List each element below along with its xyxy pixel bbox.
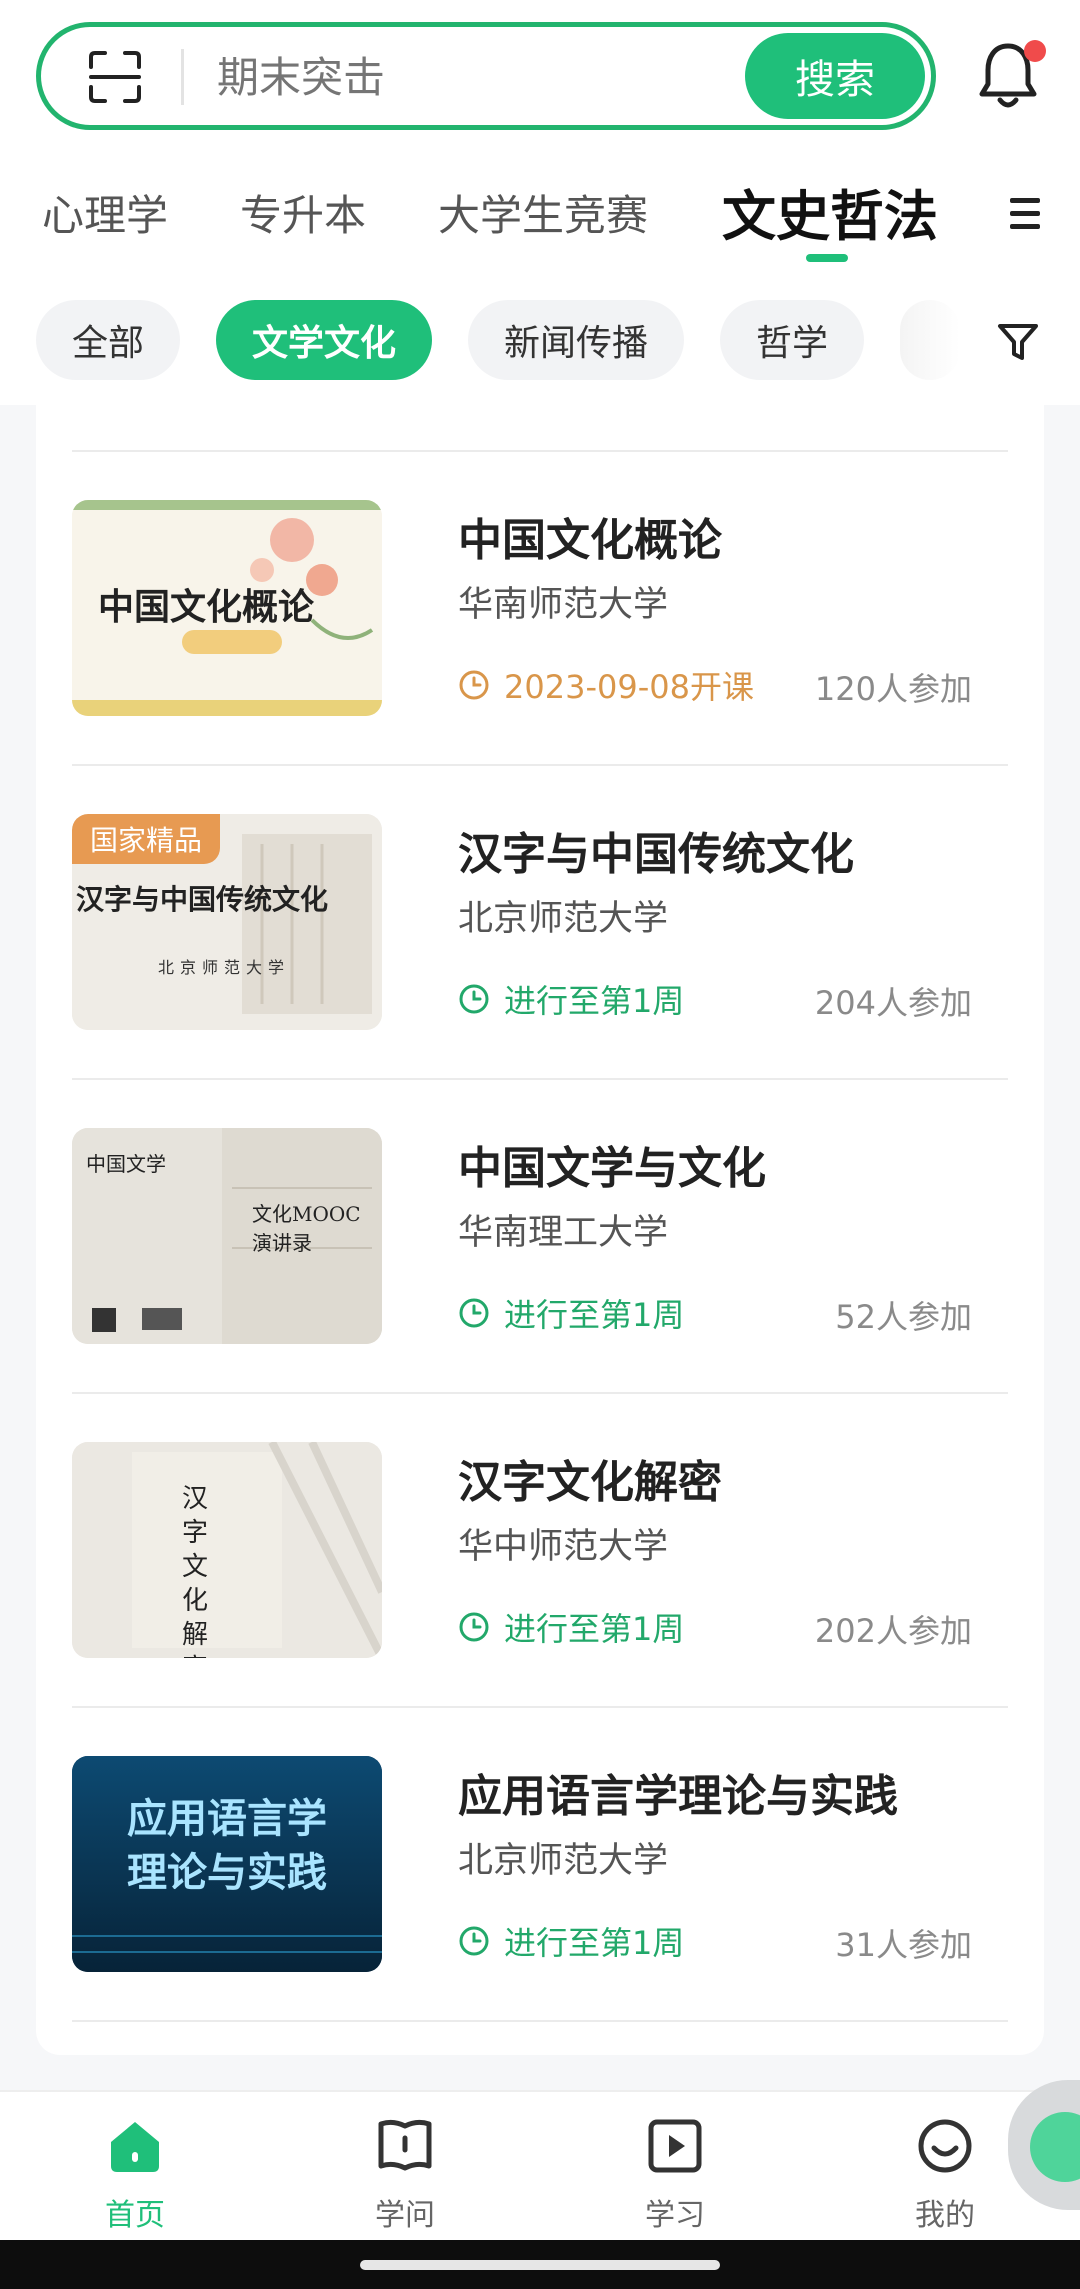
- nav-study-label: 学习: [645, 2198, 705, 2233]
- chip-philosophy[interactable]: 哲学: [720, 300, 864, 380]
- book-icon: [378, 2119, 432, 2171]
- category-tabs: 心理学 专升本 大学生竞赛 文史哲法: [0, 170, 1080, 270]
- chip-all[interactable]: 全部: [36, 300, 180, 380]
- course-participants: 204人参加: [814, 984, 972, 1022]
- course-status-text: 2023-09-08开课: [504, 668, 754, 706]
- chip-more[interactable]: [900, 300, 960, 380]
- course-item[interactable]: 中国文化概论 中国文化概论 华南师范大学 2023-09-08开课 120人参加: [72, 452, 1008, 766]
- course-title: 中国文化概论: [458, 515, 722, 566]
- notification-dot: [1024, 40, 1046, 62]
- course-item[interactable]: 汉字文化解密 汉字文化解密 华中师范大学 进行至第1周 202人参加: [72, 1394, 1008, 1708]
- course-status-text: 进行至第1周: [504, 1296, 685, 1334]
- cover-illustration: [72, 1442, 382, 1658]
- search-divider: [181, 49, 184, 105]
- cover-title: 汉字与中国传统文化: [76, 883, 329, 916]
- course-status-text: 进行至第1周: [504, 982, 685, 1020]
- search-input[interactable]: [217, 41, 777, 113]
- clock-icon: [459, 1926, 489, 1956]
- nav-study[interactable]: 学习: [605, 2116, 745, 2236]
- course-item[interactable]: 中国文学 文化MOOC 演讲录 中国文学与文化 华南理工大学 进行至第1周 52…: [72, 1080, 1008, 1394]
- search-button[interactable]: 搜索: [745, 33, 925, 119]
- nav-profile[interactable]: 我的: [875, 2116, 1015, 2236]
- cover-subtitle: 文化MOOC 演讲录: [252, 1202, 361, 1255]
- more-icon: [1030, 2112, 1080, 2182]
- course-status-text: 进行至第1周: [504, 1924, 685, 1962]
- search-bar[interactable]: 搜索: [36, 22, 936, 130]
- bottom-navigation: 首页 学问 学习 我的: [0, 2090, 1080, 2240]
- subcategory-chips: 全部 文学文化 新闻传播 哲学: [0, 300, 1080, 384]
- course-status: 进行至第1周: [458, 1604, 684, 1650]
- course-list: 中国文化概论 中国文化概论 华南师范大学 2023-09-08开课 120人参加…: [36, 405, 1044, 2055]
- clock-icon: [459, 984, 489, 1014]
- cover-title: 中国文化概论: [98, 586, 315, 628]
- chip-journalism[interactable]: 新闻传播: [468, 300, 684, 380]
- cover-title: 应用语言学: [127, 1796, 327, 1842]
- course-cover: 中国文化概论: [72, 500, 382, 716]
- top-bar: 搜索 心理学 专升本 大学生竞赛 文史哲法 全部 文学文化 新闻传播 哲学: [0, 0, 1080, 405]
- course-status: 2023-09-08开课: [458, 662, 754, 708]
- course-title: 中国文学与文化: [458, 1143, 766, 1194]
- clock-icon: [459, 1612, 489, 1642]
- course-badge: 国家精品: [72, 814, 221, 864]
- play-icon: [648, 2119, 702, 2173]
- course-participants: 31人参加: [835, 1926, 972, 1964]
- tab-humanities[interactable]: 文史哲法: [722, 172, 938, 251]
- course-school: 华中师范大学: [458, 1527, 669, 1567]
- course-participants: 52人参加: [835, 1298, 972, 1336]
- course-status: 进行至第1周: [458, 1918, 684, 1964]
- cover-title: 汉字文化解密: [182, 1484, 209, 1658]
- filter-icon[interactable]: [996, 320, 1040, 364]
- course-school: 北京师范大学: [458, 1841, 669, 1881]
- cover-subtitle: 北京师范大学: [158, 958, 291, 977]
- course-title: 汉字与中国传统文化: [458, 829, 854, 880]
- cover-subtitle: 理论与实践: [127, 1850, 327, 1896]
- scan-icon[interactable]: [87, 49, 143, 105]
- smile-icon: [918, 2119, 972, 2173]
- course-school: 华南师范大学: [458, 585, 669, 625]
- cover-title: 中国文学: [86, 1152, 166, 1176]
- menu-icon[interactable]: [1010, 194, 1040, 234]
- course-title: 汉字文化解密: [458, 1457, 722, 1508]
- course-participants: 202人参加: [814, 1612, 972, 1650]
- course-cover: 应用语言学 理论与实践: [72, 1756, 382, 1972]
- tab-upgrade[interactable]: 专升本: [240, 182, 366, 243]
- course-school: 华南理工大学: [458, 1213, 669, 1253]
- nav-home-label: 首页: [105, 2198, 165, 2233]
- clock-icon: [459, 1298, 489, 1328]
- course-cover: 汉字文化解密: [72, 1442, 382, 1658]
- clock-icon: [459, 670, 489, 700]
- course-cover: 中国文学 文化MOOC 演讲录: [72, 1128, 382, 1344]
- tab-active-indicator: [806, 254, 848, 262]
- course-school: 北京师范大学: [458, 899, 669, 939]
- chip-literature-culture[interactable]: 文学文化: [216, 300, 432, 380]
- nav-profile-label: 我的: [915, 2198, 975, 2233]
- course-participants: 120人参加: [814, 670, 972, 708]
- tab-psychology[interactable]: 心理学: [42, 182, 168, 243]
- tab-competition[interactable]: 大学生竞赛: [438, 182, 648, 243]
- home-icon: [111, 2122, 159, 2172]
- nav-knowledge-label: 学问: [375, 2198, 435, 2233]
- home-indicator[interactable]: [360, 2260, 720, 2270]
- course-status-text: 进行至第1周: [504, 1610, 685, 1648]
- nav-home[interactable]: 首页: [65, 2116, 205, 2236]
- course-status: 进行至第1周: [458, 1290, 684, 1336]
- nav-knowledge[interactable]: 学问: [335, 2116, 475, 2236]
- course-item[interactable]: 应用语言学 理论与实践 应用语言学理论与实践 北京师范大学 进行至第1周 31人…: [72, 1708, 1008, 2022]
- course-status: 进行至第1周: [458, 976, 684, 1022]
- system-bar: [0, 2240, 1080, 2289]
- course-item[interactable]: 国家精品 汉字与中国传统文化 北京师范大学 汉字与中国传统文化 北京师范大学 进…: [72, 766, 1008, 1080]
- course-cover: 国家精品 汉字与中国传统文化 北京师范大学: [72, 814, 382, 1030]
- course-title: 应用语言学理论与实践: [458, 1771, 898, 1822]
